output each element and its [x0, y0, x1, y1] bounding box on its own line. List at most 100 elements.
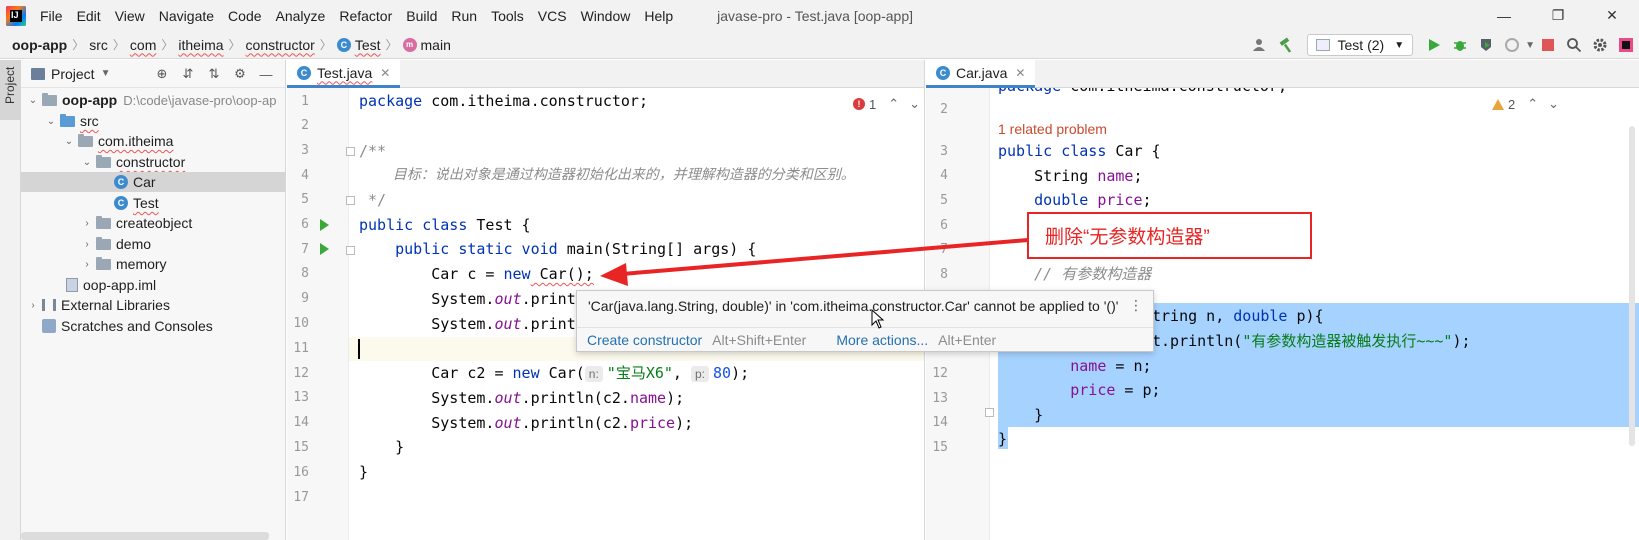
menu-vcs[interactable]: VCS — [538, 8, 567, 24]
menu-tools[interactable]: Tools — [491, 8, 524, 24]
code-line[interactable]: public static void main(String[] args) { — [359, 237, 756, 261]
tree-item-external-libraries[interactable]: › External Libraries — [21, 295, 286, 315]
user-icon[interactable] — [1247, 32, 1273, 58]
breadcrumb-src[interactable]: src — [89, 37, 108, 53]
tree-item-createobject[interactable]: › createobject — [21, 213, 286, 233]
tree-item-car[interactable]: C Car — [21, 172, 286, 192]
code-line[interactable]: tring n, double p){ — [1152, 304, 1324, 328]
collapsed-arrow-icon[interactable]: › — [27, 300, 39, 311]
coverage-icon[interactable] — [1473, 32, 1499, 58]
create-constructor-link[interactable]: Create constructor — [587, 332, 702, 348]
code-line[interactable]: */ — [359, 188, 386, 212]
code-line[interactable]: System.out.println(c2.name); — [359, 386, 684, 410]
tree-item-scratches[interactable]: Scratches and Consoles — [21, 316, 286, 336]
vertical-scrollbar[interactable] — [1629, 126, 1635, 446]
menu-view[interactable]: View — [115, 8, 145, 24]
run-icon[interactable] — [1421, 32, 1447, 58]
error-indicator[interactable]: ! 1 ⌃ ⌄ — [853, 96, 920, 112]
code-line[interactable]: System.out.println(c2.price); — [359, 411, 693, 435]
code-line[interactable]: double price; — [998, 188, 1151, 212]
close-icon[interactable]: ✕ — [1015, 66, 1025, 80]
minimize-button[interactable]: — — [1477, 0, 1531, 31]
code-line[interactable]: } — [359, 460, 368, 484]
menu-refactor[interactable]: Refactor — [339, 8, 392, 24]
fold-icon[interactable] — [346, 246, 355, 255]
hide-panel-icon[interactable]: — — [253, 67, 279, 82]
tree-item-demo[interactable]: › demo — [21, 234, 286, 254]
build-hammer-icon[interactable] — [1273, 32, 1299, 58]
code-line[interactable]: System.out.printl — [359, 312, 585, 336]
locate-icon[interactable]: ⊕ — [149, 66, 175, 82]
code-line[interactable]: Car c = new Car(); — [359, 262, 594, 286]
collapsed-arrow-icon[interactable]: › — [81, 259, 93, 270]
project-tool-tab[interactable]: Project — [0, 60, 21, 120]
tree-item-constructor[interactable]: ⌄ constructor — [21, 152, 286, 172]
run-configuration-select[interactable]: Test (2) ▼ — [1306, 34, 1414, 56]
tab-test-java[interactable]: C Test.java ✕ — [287, 60, 401, 88]
profile-icon[interactable] — [1499, 32, 1525, 58]
expanded-arrow-icon[interactable]: ⌄ — [81, 157, 93, 168]
menu-edit[interactable]: Edit — [77, 8, 101, 24]
close-icon[interactable]: ✕ — [380, 66, 390, 80]
breadcrumb-project[interactable]: oop-app — [12, 37, 67, 53]
restore-button[interactable]: ❐ — [1531, 0, 1585, 31]
close-window-button[interactable]: ✕ — [1585, 0, 1639, 31]
stop-icon[interactable] — [1535, 32, 1561, 58]
menu-navigate[interactable]: Navigate — [159, 8, 214, 24]
breadcrumb-constructor[interactable]: constructor — [246, 37, 315, 53]
code-line[interactable]: public class Test { — [359, 213, 531, 237]
tree-item-test[interactable]: C Test — [21, 193, 286, 213]
code-line[interactable]: package com.itheima.constructor; — [359, 89, 648, 113]
code-line[interactable]: } — [998, 427, 1007, 451]
code-line[interactable]: t.println("有参数构造器被触发执行~~~"); — [1152, 329, 1471, 353]
code-line[interactable]: } — [359, 435, 404, 459]
expanded-arrow-icon[interactable]: ⌄ — [45, 116, 57, 127]
related-problem-link[interactable]: 1 related problem — [998, 117, 1107, 141]
tree-item-src[interactable]: ⌄ src — [21, 111, 286, 131]
menu-run[interactable]: Run — [451, 8, 477, 24]
run-gutter-icon[interactable] — [320, 243, 329, 255]
chevron-down-icon[interactable]: ▼ — [1525, 40, 1535, 51]
code-line[interactable]: // 有参数构造器 — [998, 262, 1151, 286]
project-panel-title[interactable]: Project — [51, 66, 95, 82]
fold-icon[interactable] — [985, 408, 994, 417]
settings-icon[interactable] — [1587, 32, 1613, 58]
chevron-down-icon[interactable]: ▼ — [101, 68, 111, 79]
more-actions-link[interactable]: More actions... — [836, 332, 928, 348]
chevron-down-icon[interactable]: ⌄ — [1548, 96, 1559, 112]
menu-help[interactable]: Help — [644, 8, 673, 24]
search-icon[interactable] — [1561, 32, 1587, 58]
chevron-up-icon[interactable]: ⌃ — [1527, 96, 1538, 112]
chevron-up-icon[interactable]: ⌃ — [888, 96, 899, 112]
collapse-all-icon[interactable]: ⇅ — [201, 66, 227, 82]
fold-icon[interactable] — [346, 196, 355, 205]
menu-build[interactable]: Build — [406, 8, 437, 24]
menu-file[interactable]: File — [40, 8, 63, 24]
collapsed-arrow-icon[interactable]: › — [81, 239, 93, 250]
breadcrumb-com[interactable]: com — [130, 37, 156, 53]
code-line[interactable]: public class Car { — [998, 139, 1161, 163]
code-line[interactable]: String name; — [998, 164, 1142, 188]
chevron-down-icon[interactable]: ⌄ — [909, 96, 920, 112]
breadcrumb-main[interactable]: m main — [402, 37, 451, 53]
menu-analyze[interactable]: Analyze — [276, 8, 326, 24]
tree-item-com-itheima[interactable]: ⌄ com.itheima — [21, 131, 286, 151]
horizontal-scrollbar[interactable] — [21, 532, 269, 540]
fold-icon[interactable] — [346, 147, 355, 156]
tab-car-java[interactable]: C Car.java ✕ — [926, 60, 1036, 88]
expanded-arrow-icon[interactable]: ⌄ — [63, 136, 75, 147]
code-line[interactable]: System.out.printl — [359, 287, 585, 311]
debug-icon[interactable] — [1447, 32, 1473, 58]
code-line[interactable]: } — [998, 403, 1043, 427]
tree-item-oop-app[interactable]: ⌄ oop-app D:\code\javase-pro\oop-ap — [21, 90, 286, 110]
gear-icon[interactable]: ⚙ — [227, 66, 253, 82]
breadcrumb-itheima[interactable]: itheima — [178, 37, 223, 53]
code-line[interactable]: 目标：说出对象是通过构造器初始化出来的，并理解构造器的分类和区别。 — [359, 163, 855, 187]
code-line[interactable]: /** — [359, 139, 386, 163]
expand-all-icon[interactable]: ⇵ — [175, 66, 201, 82]
menu-window[interactable]: Window — [581, 8, 631, 24]
code-line[interactable]: name = n; — [998, 354, 1151, 378]
code-line[interactable]: price = p; — [998, 378, 1160, 402]
expanded-arrow-icon[interactable]: ⌄ — [27, 95, 39, 106]
tree-item-memory[interactable]: › memory — [21, 254, 286, 274]
